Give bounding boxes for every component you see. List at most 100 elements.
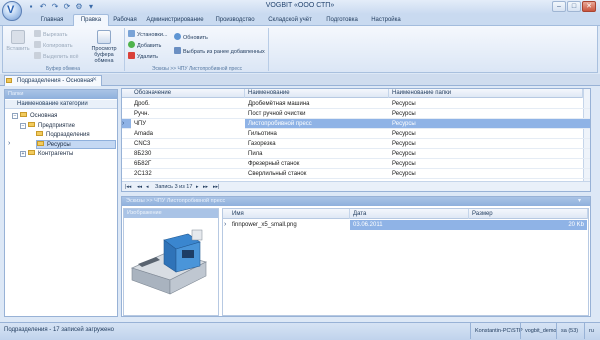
cell-name: Сверлильный станок — [248, 171, 307, 177]
tab-settings[interactable]: Настройка — [366, 15, 406, 26]
table-row[interactable]: 2С132 Сверлильный станок Ресурсы — [122, 169, 590, 179]
tab-home[interactable]: Главная — [32, 15, 72, 26]
tree-item-label: Основная — [30, 113, 58, 119]
select-from-added-button[interactable]: Выбрать из ранее добавленных — [174, 47, 265, 55]
app-logo-icon: V — [7, 4, 15, 16]
refresh-label: Обновить — [183, 35, 208, 41]
file-row[interactable]: › finnpower_x5_small.png 03.06.2011 20 K… — [223, 220, 588, 230]
clipboard-preview-label: Просмотр буфера обмена — [91, 46, 117, 64]
select-all-button[interactable]: Выделить всё — [34, 52, 79, 60]
table-row[interactable]: Amada Гильотина Ресурсы — [122, 129, 590, 139]
file-name: finnpower_x5_small.png — [232, 222, 297, 228]
tree-item-label: Предприятие — [38, 123, 75, 129]
category-column-header[interactable]: Наименование категории — [5, 100, 117, 109]
column-header-date[interactable]: Дата — [350, 209, 469, 219]
close-tab-icon[interactable]: ✕ — [92, 76, 97, 83]
paste-button[interactable]: Вставить — [6, 30, 30, 52]
column-header-designation[interactable]: Обозначение — [131, 89, 245, 98]
add-icon — [128, 41, 135, 48]
next-record-icon[interactable]: ▸ — [196, 182, 199, 192]
table-row[interactable]: 8Б230 Пила Ресурсы — [122, 149, 590, 159]
tree-item-resources[interactable]: Ресурсы — [36, 140, 116, 149]
maximize-button[interactable]: □ — [567, 1, 581, 12]
cell-designation: Ручн. — [134, 111, 150, 117]
tree-item-departments[interactable]: Подразделения — [36, 131, 90, 140]
paste-icon — [11, 30, 25, 44]
refresh-icon[interactable]: ⟳ — [62, 2, 72, 12]
tab-preparation[interactable]: Подготовка — [320, 15, 364, 26]
folder-icon — [36, 131, 43, 136]
add-button[interactable]: Добавить — [128, 41, 161, 49]
cell-folder: Ресурсы — [392, 141, 416, 147]
undo-icon[interactable]: ↶ — [38, 2, 48, 12]
table-row[interactable]: 6Б82Г Фрезерный станок Ресурсы — [122, 159, 590, 169]
delete-button[interactable]: Удалить — [128, 52, 158, 60]
samples-panel-header: Эскизы >> ЧПУ Листопробивной пресс — [122, 197, 590, 206]
refresh-button[interactable]: Обновить — [174, 33, 208, 41]
tree-item-main[interactable]: − Основная — [12, 112, 57, 121]
table-row[interactable]: CNC3 Газорезка Ресурсы — [122, 139, 590, 149]
cell-designation: CNC3 — [134, 141, 151, 147]
tab-administration[interactable]: Администрирование — [142, 15, 208, 26]
status-database: vogbit_demo — [520, 323, 561, 339]
tree-item-counterparties[interactable]: + Контрагенты — [20, 150, 73, 159]
table-row-selected[interactable]: ЧПУ Листопробивной пресс Ресурсы — [122, 119, 590, 129]
table-row[interactable]: Дроб. Дробемётная машина Ресурсы — [122, 99, 590, 109]
cell-designation: Amada — [134, 131, 154, 137]
file-size: 20 Kb — [469, 220, 587, 230]
tree-item-enterprise[interactable]: − Предприятие — [20, 122, 75, 131]
tree-item-label: Ресурсы — [47, 142, 71, 148]
tab-work[interactable]: Рабочая — [110, 15, 140, 26]
collapse-icon[interactable]: − — [12, 113, 18, 119]
cell-folder: Ресурсы — [392, 131, 416, 137]
clipboard-preview-button[interactable]: Просмотр буфера обмена — [86, 30, 122, 64]
tab-production[interactable]: Производство — [210, 15, 260, 26]
column-header-name[interactable]: Наименование — [245, 89, 389, 98]
ribbon-separator — [124, 28, 125, 71]
cut-button[interactable]: Вырезать — [34, 30, 67, 38]
table-row[interactable]: Ручн. Пост ручной очистки Ресурсы — [122, 109, 590, 119]
status-session: sa (53) — [556, 323, 582, 339]
cell-folder: Ресурсы — [392, 111, 416, 117]
select-from-added-label: Выбрать из ранее добавленных — [183, 49, 265, 55]
redo-icon[interactable]: ↷ — [50, 2, 60, 12]
current-row-indicator-icon: › — [122, 120, 125, 127]
next-page-icon[interactable]: ▸▸ — [203, 182, 208, 192]
app-menu-button[interactable]: V — [2, 1, 22, 21]
cell-designation[interactable]: ЧПУ — [131, 119, 245, 129]
column-header-folder-name[interactable]: Наименование папки — [389, 89, 583, 98]
tab-warehouse[interactable]: Складской учёт — [262, 15, 318, 26]
refresh-icon — [174, 33, 181, 40]
cell-folder: Ресурсы — [392, 171, 416, 177]
column-header-size[interactable]: Размер — [469, 209, 588, 219]
cell-folder: Ресурсы — [392, 121, 416, 127]
paste-label: Вставить — [6, 46, 30, 52]
copy-label: Копировать — [43, 43, 73, 49]
cell-folder: Ресурсы — [392, 151, 416, 157]
close-button[interactable]: ✕ — [582, 1, 596, 12]
copy-button[interactable]: Копировать — [34, 41, 73, 49]
settings-icon[interactable]: ⚙ — [74, 2, 84, 12]
delete-label: Удалить — [137, 54, 158, 60]
settings-icon — [128, 30, 135, 37]
last-record-icon[interactable]: ▸▸| — [213, 182, 219, 192]
prev-page-icon[interactable]: ◂◂ — [137, 182, 142, 192]
status-computer: Konstantin-PC\STP — [470, 323, 527, 339]
add-label: Добавить — [137, 43, 162, 49]
document-tab[interactable]: Подразделения - Основная — [4, 75, 102, 86]
record-navigator: |◂◂ ◂◂ ◂ Запись 3 из 17 ▸ ▸▸ ▸▸| — [122, 181, 590, 191]
tree-item-label: Контрагенты — [38, 151, 74, 157]
current-row-indicator-icon: › — [224, 221, 227, 228]
list-icon — [174, 47, 181, 54]
settings-dialog-button[interactable]: Установки... — [128, 30, 167, 38]
save-icon[interactable]: ▪ — [26, 2, 36, 12]
first-record-icon[interactable]: |◂◂ — [125, 182, 131, 192]
panel-pin-icon[interactable]: ▾ — [578, 197, 581, 204]
dropdown-icon[interactable]: ▾ — [86, 2, 96, 12]
prev-record-icon[interactable]: ◂ — [146, 182, 149, 192]
expand-icon[interactable]: + — [20, 151, 26, 157]
minimize-button[interactable]: – — [552, 1, 566, 12]
column-header-file-name[interactable]: Имя — [229, 209, 350, 219]
collapse-icon[interactable]: − — [20, 123, 26, 129]
image-panel-header: Изображение — [124, 209, 218, 218]
